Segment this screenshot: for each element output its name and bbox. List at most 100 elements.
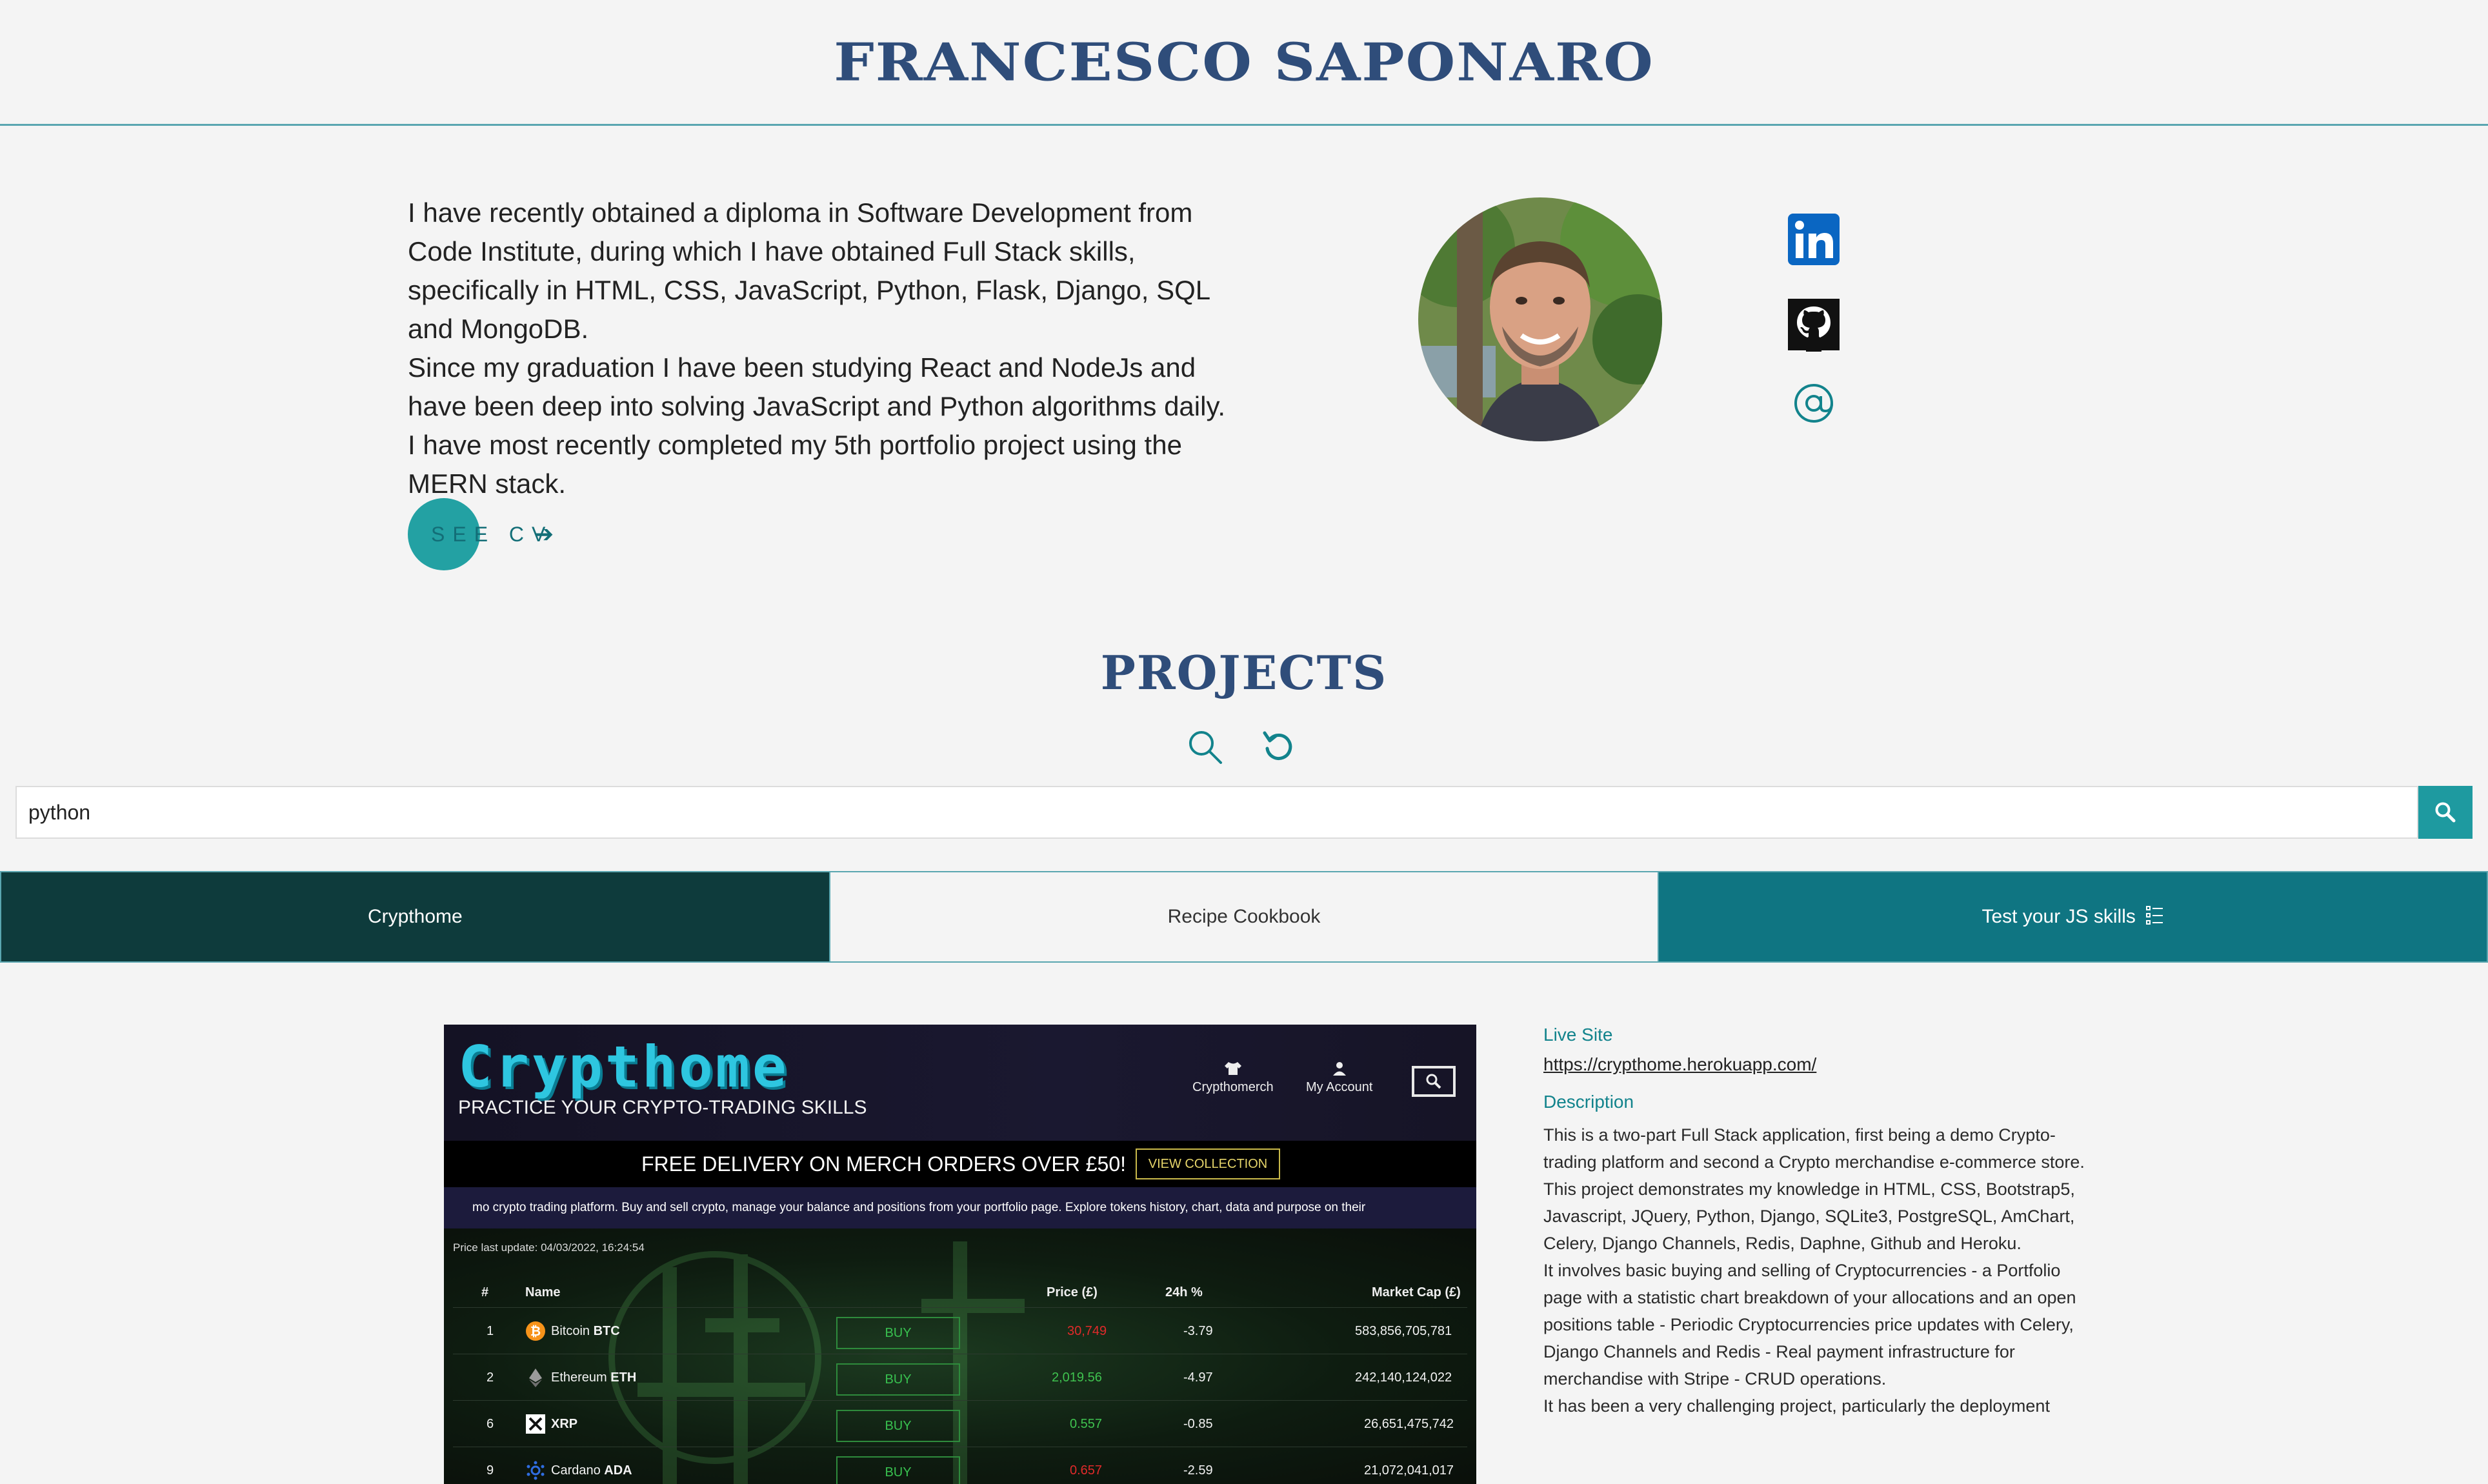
row-change: -3.79 bbox=[1183, 1324, 1213, 1338]
preview-banner: FREE DELIVERY ON MERCH ORDERS OVER £50! … bbox=[444, 1141, 1476, 1187]
github-icon bbox=[1788, 299, 1840, 352]
xrp-icon bbox=[526, 1414, 545, 1434]
linkedin-link[interactable] bbox=[1786, 212, 1841, 267]
coin-name: Ethereum bbox=[551, 1370, 607, 1385]
ethereum-icon bbox=[529, 1369, 542, 1387]
buy-button: BUY bbox=[836, 1456, 960, 1484]
row-price: 2,019.56 bbox=[1052, 1370, 1102, 1385]
site-header: FRANCESCO SAPONARO bbox=[0, 0, 2488, 126]
tab-label: Crypthome bbox=[367, 906, 463, 927]
preview-price-update: Price last update: 04/03/2022, 16:24:54 bbox=[453, 1241, 645, 1254]
live-site-label: Live Site bbox=[1543, 1025, 1613, 1045]
reset-button[interactable] bbox=[1258, 727, 1299, 768]
buy-button: BUY bbox=[836, 1410, 960, 1442]
project-details: Live Site https://crypthome.herokuapp.co… bbox=[1543, 1025, 2085, 1419]
table-header-rank: # bbox=[481, 1285, 489, 1299]
row-rank: 2 bbox=[487, 1370, 494, 1385]
tab-label: Test your JS skills bbox=[1981, 906, 2136, 927]
row-price: 0.557 bbox=[1070, 1417, 1103, 1431]
row-coin-name: Ethereum ETH bbox=[551, 1354, 636, 1401]
coin-symbol: XRP bbox=[551, 1417, 578, 1431]
description-paragraph: It involves basic buying and selling of … bbox=[1543, 1261, 2076, 1389]
github-link[interactable] bbox=[1786, 297, 1841, 352]
search-icon bbox=[1426, 1074, 1441, 1089]
row-change: -0.85 bbox=[1183, 1417, 1213, 1431]
preview-nav-merch: Crypthomerch bbox=[1192, 1061, 1274, 1095]
preview-logo: Crypthome bbox=[458, 1034, 789, 1100]
about-paragraph: I have recently obtained a diploma in So… bbox=[408, 197, 1210, 344]
tab-recipe-cookbook[interactable]: Recipe Cookbook bbox=[828, 872, 1660, 961]
description-paragraph: This project demonstrates my knowledge i… bbox=[1543, 1179, 2075, 1253]
preview-header: Crypthome PRACTICE YOUR CRYPTO-TRADING S… bbox=[444, 1025, 1476, 1141]
project-search-bar bbox=[15, 786, 2418, 839]
project-preview-image: Crypthome PRACTICE YOUR CRYPTO-TRADING S… bbox=[444, 1025, 1476, 1484]
bitcoin-icon: ₿ bbox=[526, 1321, 545, 1341]
table-header-name: Name bbox=[525, 1285, 561, 1299]
search-toggle[interactable] bbox=[1185, 727, 1226, 768]
description-label: Description bbox=[1543, 1092, 1634, 1112]
row-market-cap: 583,856,705,781 bbox=[1355, 1324, 1452, 1338]
user-icon bbox=[1332, 1062, 1346, 1076]
row-change: -2.59 bbox=[1183, 1463, 1213, 1478]
table-header-market-cap: Market Cap (£) bbox=[1372, 1285, 1461, 1299]
table-header-change: 24h % bbox=[1165, 1285, 1203, 1299]
coin-name: Cardano bbox=[551, 1463, 601, 1478]
profile-photo bbox=[1418, 197, 1662, 441]
preview-banner-button: VIEW COLLECTION bbox=[1136, 1148, 1280, 1179]
table-row: 1 ₿ Bitcoin BTC BUY 30,749 -3.79 583,856… bbox=[453, 1307, 1467, 1354]
cardano-icon bbox=[527, 1461, 545, 1480]
search-submit-button[interactable] bbox=[2418, 786, 2473, 839]
preview-search-box bbox=[1412, 1066, 1456, 1097]
row-rank: 9 bbox=[487, 1463, 494, 1478]
row-coin-name: Bitcoin BTC bbox=[551, 1308, 620, 1354]
search-icon bbox=[1189, 731, 1222, 764]
preview-nav-account: My Account bbox=[1306, 1061, 1372, 1095]
row-market-cap: 242,140,124,022 bbox=[1355, 1370, 1452, 1385]
description-paragraph: It has been a very challenging project, … bbox=[1543, 1396, 2050, 1416]
arrow-right-icon: ➔ bbox=[534, 521, 554, 547]
live-site-link[interactable]: https://crypthome.herokuapp.com/ bbox=[1543, 1054, 2085, 1075]
tab-crypthome[interactable]: Crypthome bbox=[1, 872, 829, 961]
table-row: 9 Cardano ADA BUY 0.657 -2.59 21,072,041… bbox=[453, 1447, 1467, 1484]
tshirt-icon bbox=[1224, 1062, 1241, 1075]
about-paragraph: Since my graduation I have been studying… bbox=[408, 352, 1225, 421]
project-search-input[interactable] bbox=[17, 787, 2417, 837]
row-market-cap: 21,072,041,017 bbox=[1364, 1463, 1454, 1478]
preview-price-table: Price last update: 04/03/2022, 16:24:54 … bbox=[444, 1228, 1476, 1484]
search-icon bbox=[2435, 802, 2456, 823]
row-price: 30,749 bbox=[1067, 1324, 1107, 1338]
table-header-price: Price (£) bbox=[1047, 1285, 1098, 1299]
email-link[interactable] bbox=[1786, 376, 1841, 431]
projects-heading: PROJECTS bbox=[1100, 645, 1388, 700]
tab-test-your-js-skills[interactable]: Test your JS skills bbox=[1659, 872, 2487, 961]
row-coin-name: Cardano ADA bbox=[551, 1447, 632, 1484]
preview-info-strip: mo crypto trading platform. Buy and sell… bbox=[444, 1187, 1476, 1228]
site-title: FRANCESCO SAPONARO bbox=[834, 31, 1654, 93]
coin-symbol: ETH bbox=[610, 1370, 637, 1385]
preview-tagline: PRACTICE YOUR CRYPTO-TRADING SKILLS bbox=[458, 1097, 867, 1118]
table-row: 2 Ethereum ETH BUY 2,019.56 -4.97 242,14… bbox=[453, 1354, 1467, 1401]
project-description: This is a two-part Full Stack applicatio… bbox=[1543, 1121, 2085, 1419]
about-paragraph: I have most recently completed my 5th po… bbox=[408, 430, 1182, 499]
coin-symbol: BTC bbox=[593, 1324, 620, 1338]
svg-text:₿: ₿ bbox=[530, 1325, 541, 1339]
linkedin-icon bbox=[1788, 214, 1840, 265]
tab-label: Recipe Cookbook bbox=[1167, 906, 1321, 927]
row-change: -4.97 bbox=[1183, 1370, 1213, 1385]
row-market-cap: 26,651,475,742 bbox=[1364, 1417, 1454, 1431]
preview-info-text: mo crypto trading platform. Buy and sell… bbox=[472, 1201, 1366, 1214]
buy-button: BUY bbox=[836, 1363, 960, 1396]
list-icon bbox=[2145, 906, 2163, 925]
preview-banner-text: FREE DELIVERY ON MERCH ORDERS OVER £50! bbox=[641, 1152, 1127, 1176]
see-cv-link[interactable]: SEE CV ➔ bbox=[408, 498, 554, 570]
buy-button: BUY bbox=[836, 1317, 960, 1349]
reset-icon bbox=[1263, 731, 1292, 760]
description-paragraph: This is a two-part Full Stack applicatio… bbox=[1543, 1125, 2085, 1172]
row-coin-name: XRP bbox=[551, 1401, 577, 1447]
preview-nav-label: My Account bbox=[1306, 1080, 1373, 1094]
coin-symbol: ADA bbox=[604, 1463, 632, 1478]
about-text: I have recently obtained a diploma in So… bbox=[408, 194, 1247, 503]
row-rank: 6 bbox=[487, 1417, 494, 1431]
coin-name: Bitcoin bbox=[551, 1324, 590, 1338]
table-row: 6 XRP BUY 0.557 -0.85 26,651,475,742 bbox=[453, 1400, 1467, 1447]
